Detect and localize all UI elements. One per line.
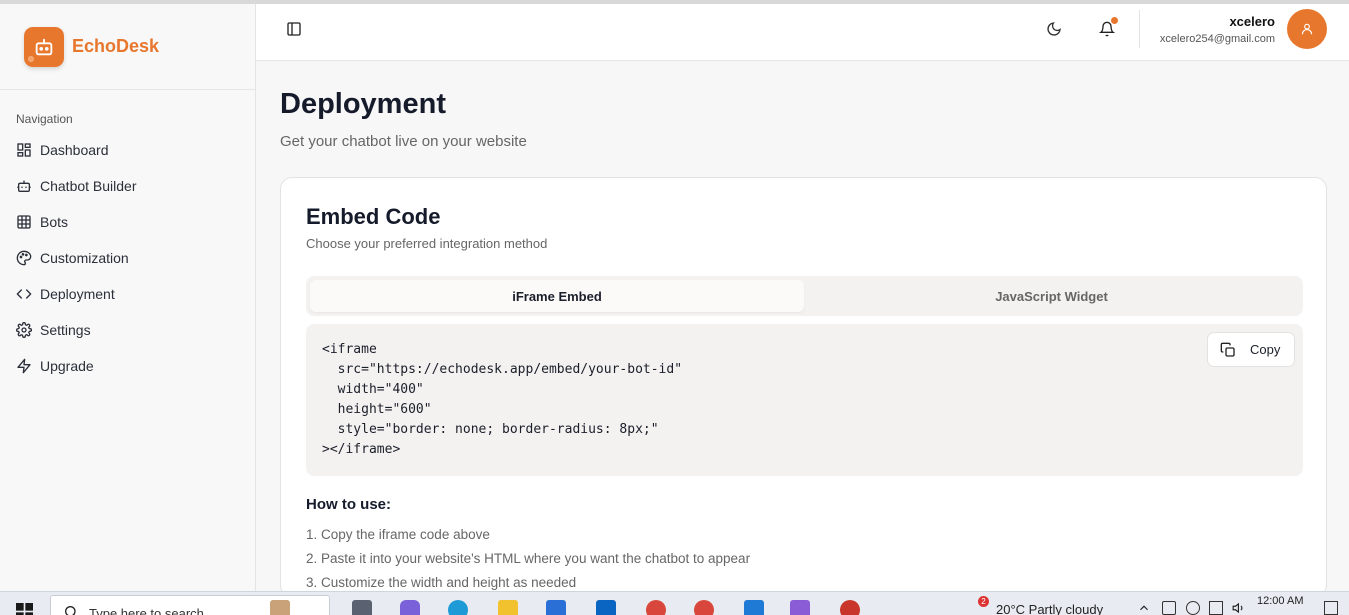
store-icon[interactable] (546, 600, 566, 615)
tab-iframe-embed[interactable]: iFrame Embed (310, 280, 804, 312)
page-title: Deployment (280, 88, 446, 120)
search-placeholder: Type here to search (89, 606, 204, 615)
code-icon (16, 289, 32, 299)
code-block: <iframe src="https://echodesk.app/embed/… (306, 324, 1303, 476)
task-view-icon[interactable] (352, 600, 372, 615)
sidebar-item-chatbot-builder[interactable]: Chatbot Builder (0, 168, 255, 204)
sidebar-item-customization[interactable]: Customization (0, 240, 255, 276)
search-highlight-icon[interactable] (270, 600, 290, 615)
sidebar-item-bots[interactable]: Bots (0, 204, 255, 240)
top-header: xcelero xcelero254@gmail.com (256, 4, 1349, 61)
sidebar-item-label: Chatbot Builder (40, 178, 137, 194)
gear-icon (16, 322, 32, 338)
logo-icon (24, 26, 64, 67)
copy-button-label: Copy (1250, 342, 1281, 357)
copilot-icon[interactable] (400, 600, 420, 615)
sidebar-item-deployment[interactable]: Deployment (0, 276, 255, 312)
network-icon[interactable] (1186, 601, 1200, 615)
meet-icon[interactable] (1162, 601, 1176, 615)
notification-badge: 2 (978, 596, 989, 607)
grid-icon (17, 215, 31, 229)
user-icon (1301, 23, 1313, 35)
brand-name: EchoDesk (72, 36, 160, 56)
page-subtitle: Get your chatbot live on your website (280, 133, 527, 150)
sidebar-item-label: Dashboard (40, 142, 109, 158)
clock-time[interactable]: 12:00 AM (1257, 595, 1303, 607)
sidebar-item-settings[interactable]: Settings (0, 312, 255, 348)
file-explorer-icon[interactable] (498, 600, 518, 615)
sidebar-item-label: Customization (40, 250, 129, 266)
copy-button[interactable]: Copy (1207, 332, 1295, 367)
avatar[interactable] (1287, 9, 1327, 49)
sidebar: EchoDesk Navigation Dashboard Chatbot Bu… (0, 4, 256, 591)
embed-code[interactable]: <iframe src="https://echodesk.app/embed/… (322, 340, 682, 460)
bot-icon (17, 180, 31, 192)
sidebar-toggle-icon[interactable] (286, 21, 302, 37)
tab-javascript-widget[interactable]: JavaScript Widget (804, 280, 1299, 312)
sidebar-item-upgrade[interactable]: Upgrade (0, 348, 255, 384)
chevron-up-icon[interactable] (1137, 601, 1151, 615)
user-email: xcelero254@gmail.com (1159, 33, 1275, 45)
app-icon-red[interactable] (840, 600, 860, 615)
embed-code-card: Embed Code Choose your preferred integra… (280, 177, 1327, 597)
user-name: xcelero (1229, 14, 1275, 29)
integration-tabs: iFrame Embed JavaScript Widget (306, 276, 1303, 316)
sidebar-item-dashboard[interactable]: Dashboard (0, 132, 255, 168)
sidebar-item-label: Bots (40, 214, 69, 230)
search-icon (65, 606, 76, 615)
chrome-profile-icon[interactable] (694, 600, 714, 615)
card-title: Embed Code (306, 204, 441, 229)
brand[interactable]: EchoDesk (0, 4, 255, 90)
sidebar-item-label: Upgrade (40, 358, 94, 374)
palette-icon (16, 250, 32, 266)
instruction-step: 3. Customize the width and height as nee… (306, 575, 577, 590)
windows-start-icon[interactable] (16, 603, 33, 615)
notifications-center-icon[interactable] (1324, 601, 1338, 615)
outlook-icon[interactable] (596, 600, 616, 615)
dashboard-icon (17, 143, 31, 157)
weather-status[interactable]: 20°C Partly cloudy (996, 602, 1103, 615)
nav-section-title: Navigation (16, 112, 73, 126)
copy-icon (1220, 342, 1235, 357)
header-divider (1139, 10, 1140, 48)
moon-icon[interactable] (1046, 21, 1062, 37)
taskbar: Type here to search 20°C Partly cloudy 2… (0, 591, 1349, 615)
sidebar-item-label: Deployment (40, 286, 115, 302)
display-icon[interactable] (1209, 601, 1223, 615)
vscode-icon[interactable] (744, 600, 764, 615)
instruction-step: 1. Copy the iframe code above (306, 527, 490, 542)
app-icon[interactable] (790, 600, 810, 615)
card-subtitle: Choose your preferred integration method (306, 236, 548, 251)
volume-icon[interactable] (1232, 601, 1246, 615)
notification-dot (1111, 17, 1118, 24)
chrome-icon[interactable] (646, 600, 666, 615)
how-to-use-title: How to use: (306, 496, 391, 513)
zap-icon (17, 358, 31, 374)
instruction-step: 2. Paste it into your website's HTML whe… (306, 551, 751, 566)
sidebar-item-label: Settings (40, 322, 91, 338)
edge-icon[interactable] (448, 600, 468, 615)
